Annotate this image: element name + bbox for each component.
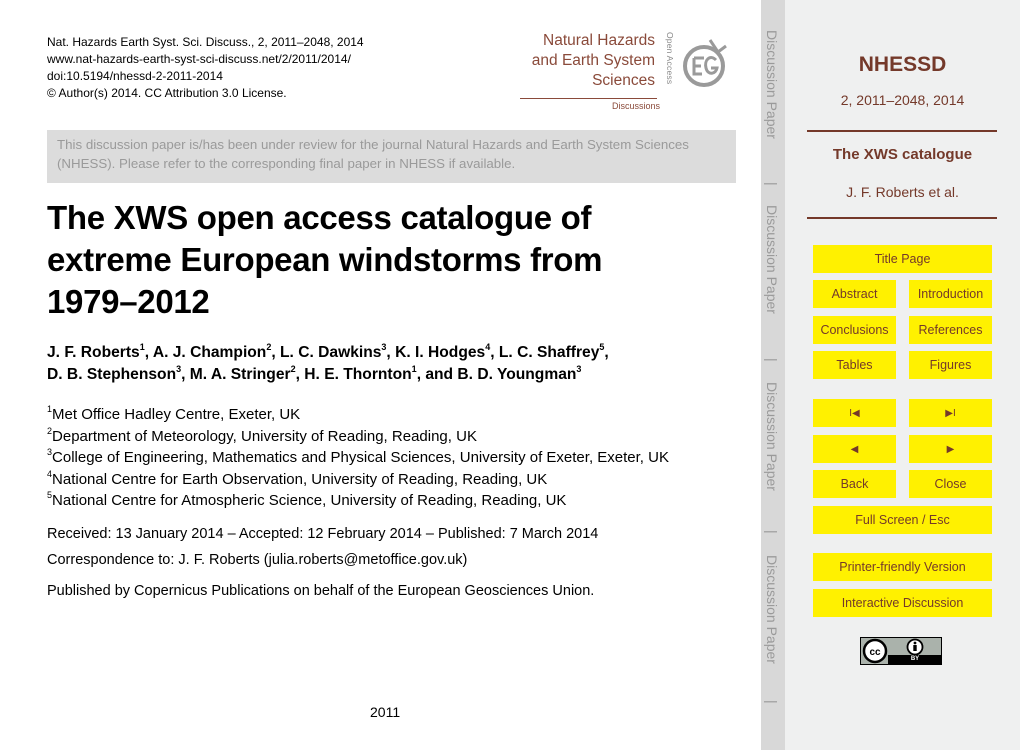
logo-line-2: and Earth System [531,52,655,69]
arrow-right-icon: ▶ [946,443,955,455]
by-label: BY [888,655,942,664]
author-separator: , [604,344,609,361]
strip-label: Discussion Paper [764,30,780,139]
publication-dates: Received: 13 January 2014 – Accepted: 12… [47,526,599,542]
doi[interactable]: doi:10.5194/nhessd-2-2011-2014 [47,69,223,84]
creative-commons-icon: cc [862,638,888,664]
discussion-paper-strip: Discussion Paper | Discussion Paper | Di… [761,0,785,750]
affiliation-text: National Centre for Atmospheric Science,… [52,492,567,509]
strip-separator: | [764,700,780,704]
affiliation-marker: 3 [576,364,582,374]
author-name: L. C. Dawkins [280,344,382,361]
correspondence[interactable]: Correspondence to: J. F. Roberts (julia.… [47,551,467,569]
last-page-button[interactable]: ▶I [909,399,992,427]
paper-title: The XWS open access catalogue of extreme… [47,199,603,320]
cc-text: cc [869,647,881,658]
affiliation-item: 3College of Engineering, Mathematics and… [47,447,669,469]
logo-subtitle: Discussions [611,101,660,111]
logo-rule [520,98,657,99]
author-separator: , and [416,366,458,383]
previous-page-button[interactable]: ◀ [813,435,896,463]
tables-button[interactable]: Tables [813,351,896,379]
author-name: M. A. Stringer [189,366,291,383]
interactive-discussion-button[interactable]: Interactive Discussion [813,589,992,617]
close-button[interactable]: Close [909,470,992,498]
publisher-line: Published by Copernicus Publications on … [47,583,595,599]
strip-separator: | [764,182,780,186]
title-page-button[interactable]: Title Page [813,245,992,273]
affiliation-item: 5National Centre for Atmospheric Science… [47,490,669,512]
sidebar-journal: NHESSD [858,53,947,76]
logo-line-3: Sciences [592,72,655,89]
egu-emblem-icon [683,39,727,87]
logo-line-1: Natural Hazards [543,32,655,49]
conclusions-button[interactable]: Conclusions [813,316,896,344]
skip-first-icon: I◀ [849,407,860,419]
sidebar-volume: 2, 2011–2048, 2014 [840,92,965,108]
affiliation-list: 1Met Office Hadley Centre, Exeter, UK 2De… [47,404,669,512]
author-separator: , [144,344,153,361]
open-access-label: Open Access [665,32,675,85]
author-name: D. B. Stephenson [47,366,177,383]
page-number: 2011 [370,704,401,720]
citation-line: Nat. Hazards Earth Syst. Sci. Discuss., … [47,35,364,49]
strip-label: Discussion Paper [764,382,780,491]
author-separator: , [181,366,190,383]
sidebar-rule [807,217,997,219]
introduction-button[interactable]: Introduction [909,280,992,308]
sidebar-short-title: The XWS catalogue [832,146,973,163]
author-separator: , [271,344,281,361]
skip-last-icon: ▶I [945,407,956,419]
strip-separator: | [764,358,780,362]
license-line: © Author(s) 2014. CC Attribution 3.0 Lic… [47,86,287,100]
author-separator: , [490,344,499,361]
journal-url[interactable]: www.nat-hazards-earth-syst-sci-discuss.n… [47,52,351,67]
strip-label: Discussion Paper [764,205,780,314]
affiliation-text: College of Engineering, Mathematics and … [52,449,669,466]
printer-friendly-button[interactable]: Printer-friendly Version [813,553,992,581]
arrow-left-icon: ◀ [850,443,859,455]
strip-separator: | [764,530,780,534]
author-list: J. F. Roberts1, A. J. Champion2, L. C. D… [47,342,747,386]
fullscreen-button[interactable]: Full Screen / Esc [813,506,992,534]
next-page-button[interactable]: ▶ [909,435,992,463]
affiliation-item: 4National Centre for Earth Observation, … [47,469,669,491]
abstract-button[interactable]: Abstract [813,280,896,308]
author-name: K. I. Hodges [395,344,486,361]
references-button[interactable]: References [909,316,992,344]
author-separator: , [295,366,305,383]
author-name: B. D. Youngman [457,366,577,383]
author-name: A. J. Champion [152,344,267,361]
strip-label: Discussion Paper [764,555,780,664]
affiliation-text: Department of Meteorology, University of… [52,427,477,445]
sidebar-rule [807,130,997,132]
author-name: L. C. Shaffrey [498,344,600,361]
affiliation-item: 2Department of Meteorology, University o… [47,426,669,448]
cc-by-license-badge[interactable]: cc BY [860,637,942,665]
review-banner: This discussion paper is/has been under … [47,130,736,183]
sidebar-authors: J. F. Roberts et al. [846,184,959,200]
affiliation-item: 1Met Office Hadley Centre, Exeter, UK [47,404,669,426]
author-separator: , [386,344,396,361]
figures-button[interactable]: Figures [909,351,992,379]
review-banner-text: This discussion paper is/has been under … [57,137,689,171]
first-page-button[interactable]: I◀ [813,399,896,427]
affiliation-text: Met Office Hadley Centre, Exeter, UK [52,406,301,423]
journal-logo: Natural Hazards and Earth System Science… [500,20,727,115]
author-name: H. E. Thornton [304,366,412,383]
attribution-person-icon [906,638,924,656]
back-button[interactable]: Back [813,470,896,498]
author-name: J. F. Roberts [47,344,140,361]
affiliation-text: National Centre for Earth Observation, U… [52,470,548,488]
